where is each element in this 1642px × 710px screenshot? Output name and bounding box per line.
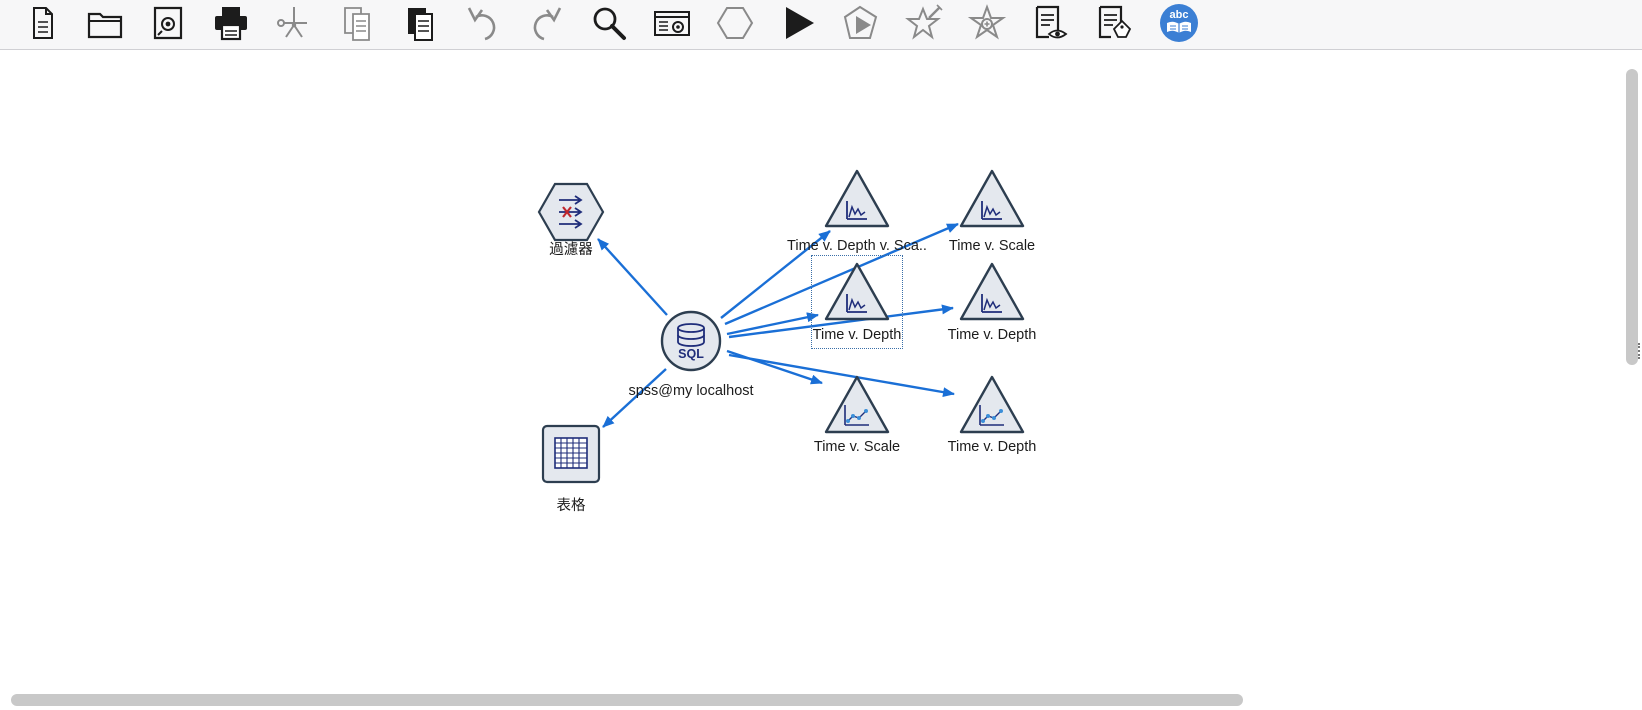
vertical-scrollbar-thumb[interactable] [1626, 69, 1638, 365]
multiplot-icon [959, 375, 1025, 434]
text-analytics-button[interactable]: abc [1158, 2, 1200, 44]
star-zoom-icon [967, 4, 1007, 40]
vertical-scrollbar[interactable] [1622, 51, 1642, 691]
copy-button[interactable] [336, 2, 378, 44]
multiplot-node-plot6[interactable] [958, 375, 1026, 440]
print-icon [215, 7, 247, 41]
connection-source-to-filter[interactable] [597, 238, 668, 316]
stream-canvas[interactable]: SQL spss@my localhost 過濾器 表格 Time v. Dep… [0, 51, 1620, 691]
copy-icon [344, 7, 370, 41]
plot-icon [959, 169, 1025, 228]
supernode-button[interactable] [714, 2, 756, 44]
new-file-icon [33, 7, 53, 39]
filter-icon [537, 182, 605, 242]
save-icon [153, 6, 183, 40]
annotate-icon [1098, 5, 1132, 39]
new-button[interactable] [21, 2, 63, 44]
model-star-button[interactable] [903, 2, 945, 44]
plot-node-plot4[interactable] [958, 262, 1026, 327]
multiplot-icon [824, 375, 890, 434]
save-button[interactable] [147, 2, 189, 44]
search-button[interactable] [588, 2, 630, 44]
annotate-button[interactable] [1092, 2, 1134, 44]
print-button[interactable] [210, 2, 252, 44]
connection-source-to-plot5[interactable] [726, 349, 823, 385]
run-button[interactable] [777, 2, 819, 44]
sql-source-label[interactable]: spss@my localhost [628, 383, 753, 399]
text-analytics-label: abc [1170, 9, 1189, 21]
plot-icon [824, 169, 890, 228]
table-icon [541, 424, 601, 484]
supernode-icon [716, 7, 754, 39]
sql-source-node[interactable]: SQL [660, 310, 722, 377]
preview-button[interactable] [1029, 2, 1071, 44]
node-label-plot4[interactable]: Time v. Depth [948, 327, 1037, 343]
open-folder-icon [87, 12, 123, 39]
undo-button[interactable] [462, 2, 504, 44]
run-selection-button[interactable] [840, 2, 882, 44]
node-label-plot3[interactable]: Time v. Depth [813, 327, 902, 343]
node-label-plot5[interactable]: Time v. Scale [814, 439, 900, 455]
cut-button[interactable] [273, 2, 315, 44]
node-label-plot6[interactable]: Time v. Depth [948, 439, 1037, 455]
node-label-table[interactable]: 表格 [557, 494, 586, 515]
plot-icon [959, 262, 1025, 321]
star-wand-icon [905, 4, 943, 40]
sql-icon-text: SQL [678, 347, 704, 361]
undo-icon [467, 7, 496, 41]
node-label-plot1[interactable]: Time v. Depth v. Sca.. [787, 238, 927, 254]
cut-icon [277, 7, 307, 38]
plot-node-plot1[interactable] [823, 169, 891, 234]
plot-node-plot2[interactable] [958, 169, 1026, 234]
stream-properties-icon [654, 11, 690, 36]
search-icon [593, 7, 626, 40]
multiplot-node-plot5[interactable] [823, 375, 891, 440]
preview-icon [1035, 5, 1068, 39]
plot-icon [824, 262, 890, 321]
stream-properties-button[interactable] [651, 2, 693, 44]
toolbar: abc [0, 0, 1642, 50]
database-sql-icon: SQL [660, 310, 722, 372]
redo-button[interactable] [525, 2, 567, 44]
connection-layer [597, 222, 959, 428]
redo-icon [533, 7, 562, 41]
plot-node-plot3[interactable] [823, 262, 891, 327]
horizontal-scrollbar-thumb[interactable] [11, 694, 1243, 706]
text-analytics-icon: abc [1160, 4, 1198, 42]
run-selection-icon [843, 5, 878, 39]
open-button[interactable] [84, 2, 126, 44]
run-icon [786, 7, 814, 39]
paste-button[interactable] [399, 2, 441, 44]
table-node[interactable] [541, 424, 601, 489]
node-label-plot2[interactable]: Time v. Scale [949, 238, 1035, 254]
node-label-filter[interactable]: 過濾器 [549, 238, 593, 259]
paste-icon [408, 8, 433, 41]
panel-resize-grip[interactable] [1638, 343, 1642, 359]
model-zoom-button[interactable] [966, 2, 1008, 44]
